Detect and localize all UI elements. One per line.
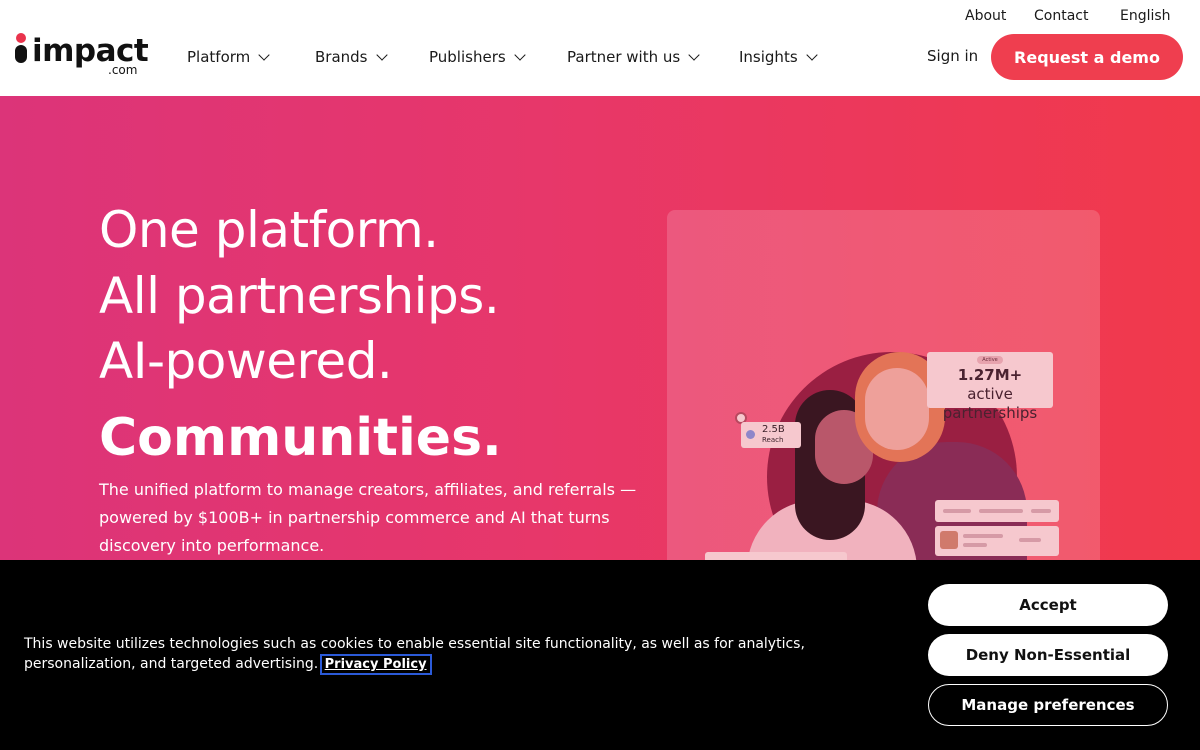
nav-item-publishers[interactable]: Publishers <box>429 46 526 68</box>
logo-red-dot <box>16 33 26 43</box>
nav-label: Insights <box>739 48 798 66</box>
nav-item-partner-with-us[interactable]: Partner with us <box>567 46 700 68</box>
creator-profile-card <box>935 526 1059 556</box>
person-face <box>865 368 929 450</box>
nav-item-brands[interactable]: Brands <box>315 46 388 68</box>
cookie-text: This website utilizes technologies such … <box>24 634 914 675</box>
hero-headline-line-1: One platform. <box>99 201 439 259</box>
sign-in-link[interactable]: Sign in <box>927 47 978 65</box>
placeholder-line <box>963 543 987 547</box>
reach-value: 2.5B <box>762 424 785 435</box>
language-selector[interactable]: English <box>1120 8 1171 24</box>
impact-logo[interactable]: impact .com <box>14 32 149 78</box>
placeholder-line <box>943 509 971 513</box>
placeholder-line <box>1031 509 1051 513</box>
stat-label-2: partnerships <box>942 404 1038 422</box>
nav-label: Brands <box>315 48 368 66</box>
partnerships-stat-card: Active 1.27M+ active partnerships <box>927 352 1053 422</box>
stat-text: 1.27M+ active partnerships <box>933 366 1047 423</box>
manage-preferences-button[interactable]: Manage preferences <box>928 684 1168 726</box>
hero-headline-line-2: All partnerships. <box>99 267 500 325</box>
deny-non-essential-button[interactable]: Deny Non-Essential <box>928 634 1168 676</box>
social-handles-card <box>935 500 1059 522</box>
hero-subtext: The unified platform to manage creators,… <box>99 480 637 555</box>
hero-headline-line-3: AI-powered. <box>99 332 393 390</box>
verified-check-icon <box>746 430 755 439</box>
privacy-policy-link[interactable]: Privacy Policy <box>319 654 432 675</box>
chevron-down-icon <box>688 48 700 61</box>
logo-suffix: .com <box>108 63 138 77</box>
chevron-down-icon <box>805 48 818 61</box>
active-badge: Active <box>977 356 1003 364</box>
stat-value: 1.27M+ <box>957 366 1023 384</box>
placeholder-line <box>963 534 1003 538</box>
hero-rotating-word: Communities. <box>99 408 502 468</box>
util-link-contact[interactable]: Contact <box>1034 8 1088 24</box>
chevron-down-icon <box>375 48 388 61</box>
chevron-down-icon <box>514 48 526 61</box>
reach-label: Reach <box>762 436 784 444</box>
creator-avatar <box>940 531 958 549</box>
site-header: impact .com About Contact English Platfo… <box>0 0 1200 96</box>
chevron-down-icon <box>258 48 270 61</box>
placeholder-line <box>979 509 1023 513</box>
accept-button[interactable]: Accept <box>928 584 1168 626</box>
request-demo-button[interactable]: Request a demo <box>991 34 1183 80</box>
util-link-about[interactable]: About <box>965 8 1006 24</box>
nav-label: Partner with us <box>567 48 681 66</box>
placeholder-line <box>1019 538 1041 542</box>
nav-item-insights[interactable]: Insights <box>739 46 818 68</box>
logo-black-mark <box>15 45 27 63</box>
nav-label: Platform <box>187 48 251 66</box>
stat-label-1: active <box>967 385 1013 403</box>
reach-stat-card: 2.5B Reach <box>741 422 801 448</box>
nav-item-platform[interactable]: Platform <box>187 46 270 68</box>
nav-label: Publishers <box>429 48 506 66</box>
cookie-banner: This website utilizes technologies such … <box>0 560 1200 750</box>
